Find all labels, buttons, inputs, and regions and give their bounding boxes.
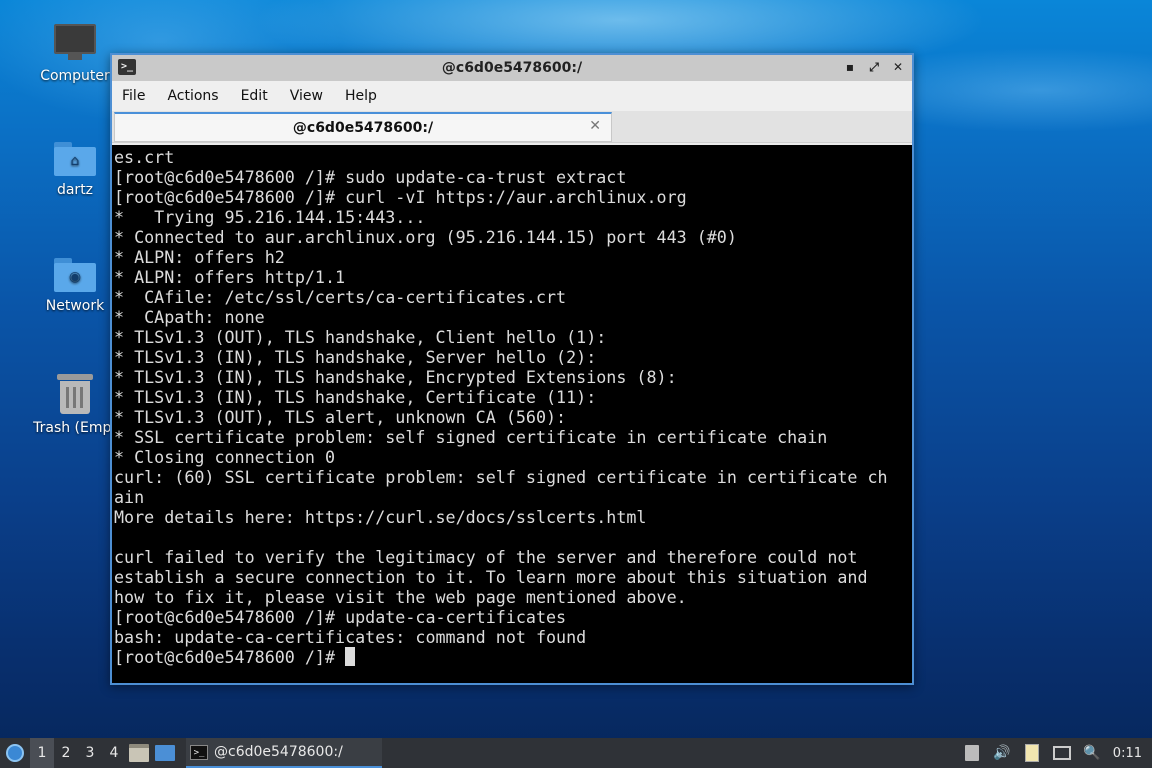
file-manager-launcher[interactable] <box>126 738 152 768</box>
menu-bar: File Actions Edit View Help <box>112 81 912 111</box>
terminal-line: * SSL certificate problem: self signed c… <box>114 427 828 447</box>
menu-actions[interactable]: Actions <box>167 88 218 104</box>
notification-icon[interactable]: 🔍 <box>1077 738 1107 768</box>
file-manager-icon <box>129 744 149 762</box>
terminal-line: * TLSv1.3 (OUT), TLS alert, unknown CA (… <box>114 407 567 427</box>
workspace-3[interactable]: 3 <box>78 738 102 768</box>
terminal-line: More details here: https://curl.se/docs/… <box>114 507 647 527</box>
terminal-line: establish a secure connection to it. To … <box>114 567 868 587</box>
window-titlebar[interactable]: >_ @c6d0e5478600:/ ▪ ⤢ ✕ <box>112 55 912 81</box>
start-menu-button[interactable] <box>0 738 30 768</box>
maximize-button[interactable]: ⤢ <box>866 58 882 76</box>
volume-icon[interactable]: 🔊 <box>987 738 1017 768</box>
terminal-line: * ALPN: offers h2 <box>114 247 285 267</box>
terminal-line: * Trying 95.216.144.15:443... <box>114 207 426 227</box>
terminal-line: * CAfile: /etc/ssl/certs/ca-certificates… <box>114 287 567 307</box>
terminal-line: ain <box>114 487 145 507</box>
terminal-line: * Connected to aur.archlinux.org (95.216… <box>114 227 737 247</box>
show-desktop-icon <box>155 745 175 761</box>
workspace-1[interactable]: 1 <box>30 738 54 768</box>
system-tray: 🔊 🔍 0:11 <box>957 738 1152 768</box>
tab-terminal[interactable]: @c6d0e5478600:/ ✕ <box>114 112 612 142</box>
taskbar: 1 2 3 4 >_ @c6d0e5478600:/ 🔊 🔍 0:11 <box>0 738 1152 768</box>
terminal-line: [root@c6d0e5478600 /]# curl -vI https://… <box>114 187 687 207</box>
menu-help[interactable]: Help <box>345 88 377 104</box>
terminal-line: bash: update-ca-certificates: command no… <box>114 627 587 647</box>
terminal-line: how to fix it, please visit the web page… <box>114 587 687 607</box>
terminal-line: curl failed to verify the legitimacy of … <box>114 547 858 567</box>
menu-edit[interactable]: Edit <box>241 88 268 104</box>
terminal-cursor <box>345 647 356 666</box>
trash-icon <box>57 374 93 414</box>
task-label: @c6d0e5478600:/ <box>214 744 343 760</box>
taskbar-task-terminal[interactable]: >_ @c6d0e5478600:/ <box>186 738 382 768</box>
terminal-line: es.crt <box>114 147 175 167</box>
terminal-line: * Closing connection 0 <box>114 447 336 467</box>
workspace-2[interactable]: 2 <box>54 738 78 768</box>
terminal-window[interactable]: >_ @c6d0e5478600:/ ▪ ⤢ ✕ File Actions Ed… <box>110 53 914 685</box>
terminal-line: * TLSv1.3 (OUT), TLS handshake, Client h… <box>114 327 607 347</box>
terminal-line: * TLSv1.3 (IN), TLS handshake, Certifica… <box>114 387 597 407</box>
terminal-line: * TLSv1.3 (IN), TLS handshake, Encrypted… <box>114 367 677 387</box>
terminal-line: curl: (60) SSL certificate problem: self… <box>114 467 888 487</box>
terminal-prompt: [root@c6d0e5478600 /]# <box>114 647 346 667</box>
network-icon[interactable] <box>1047 738 1077 768</box>
start-menu-icon <box>6 744 24 762</box>
clock[interactable]: 0:11 <box>1107 746 1152 761</box>
tab-close-icon[interactable]: ✕ <box>589 118 601 134</box>
tab-bar: @c6d0e5478600:/ ✕ <box>112 111 912 143</box>
terminal-task-icon: >_ <box>190 744 208 760</box>
computer-icon <box>54 24 96 60</box>
home-folder-icon: ⌂ <box>54 142 96 176</box>
terminal-line: * TLSv1.3 (IN), TLS handshake, Server he… <box>114 347 597 367</box>
clipboard-icon[interactable] <box>1017 738 1047 768</box>
network-folder-icon: ◉ <box>54 258 96 292</box>
terminal-output[interactable]: es.crt [root@c6d0e5478600 /]# sudo updat… <box>112 145 912 683</box>
menu-file[interactable]: File <box>122 88 145 104</box>
menu-view[interactable]: View <box>290 88 323 104</box>
show-desktop-launcher[interactable] <box>152 738 178 768</box>
window-title: @c6d0e5478600:/ <box>441 60 583 76</box>
removable-media-icon[interactable] <box>957 738 987 768</box>
terminal-line: * ALPN: offers http/1.1 <box>114 267 346 287</box>
minimize-button[interactable]: ▪ <box>842 58 858 76</box>
terminal-line: [root@c6d0e5478600 /]# sudo update-ca-tr… <box>114 167 627 187</box>
terminal-line: [root@c6d0e5478600 /]# update-ca-certifi… <box>114 607 567 627</box>
close-button[interactable]: ✕ <box>890 58 906 76</box>
terminal-prompt-line[interactable]: [root@c6d0e5478600 /]# <box>114 647 912 667</box>
tab-label: @c6d0e5478600:/ <box>292 119 434 136</box>
terminal-line: * CApath: none <box>114 307 265 327</box>
terminal-app-icon: >_ <box>118 59 136 75</box>
workspace-4[interactable]: 4 <box>102 738 126 768</box>
